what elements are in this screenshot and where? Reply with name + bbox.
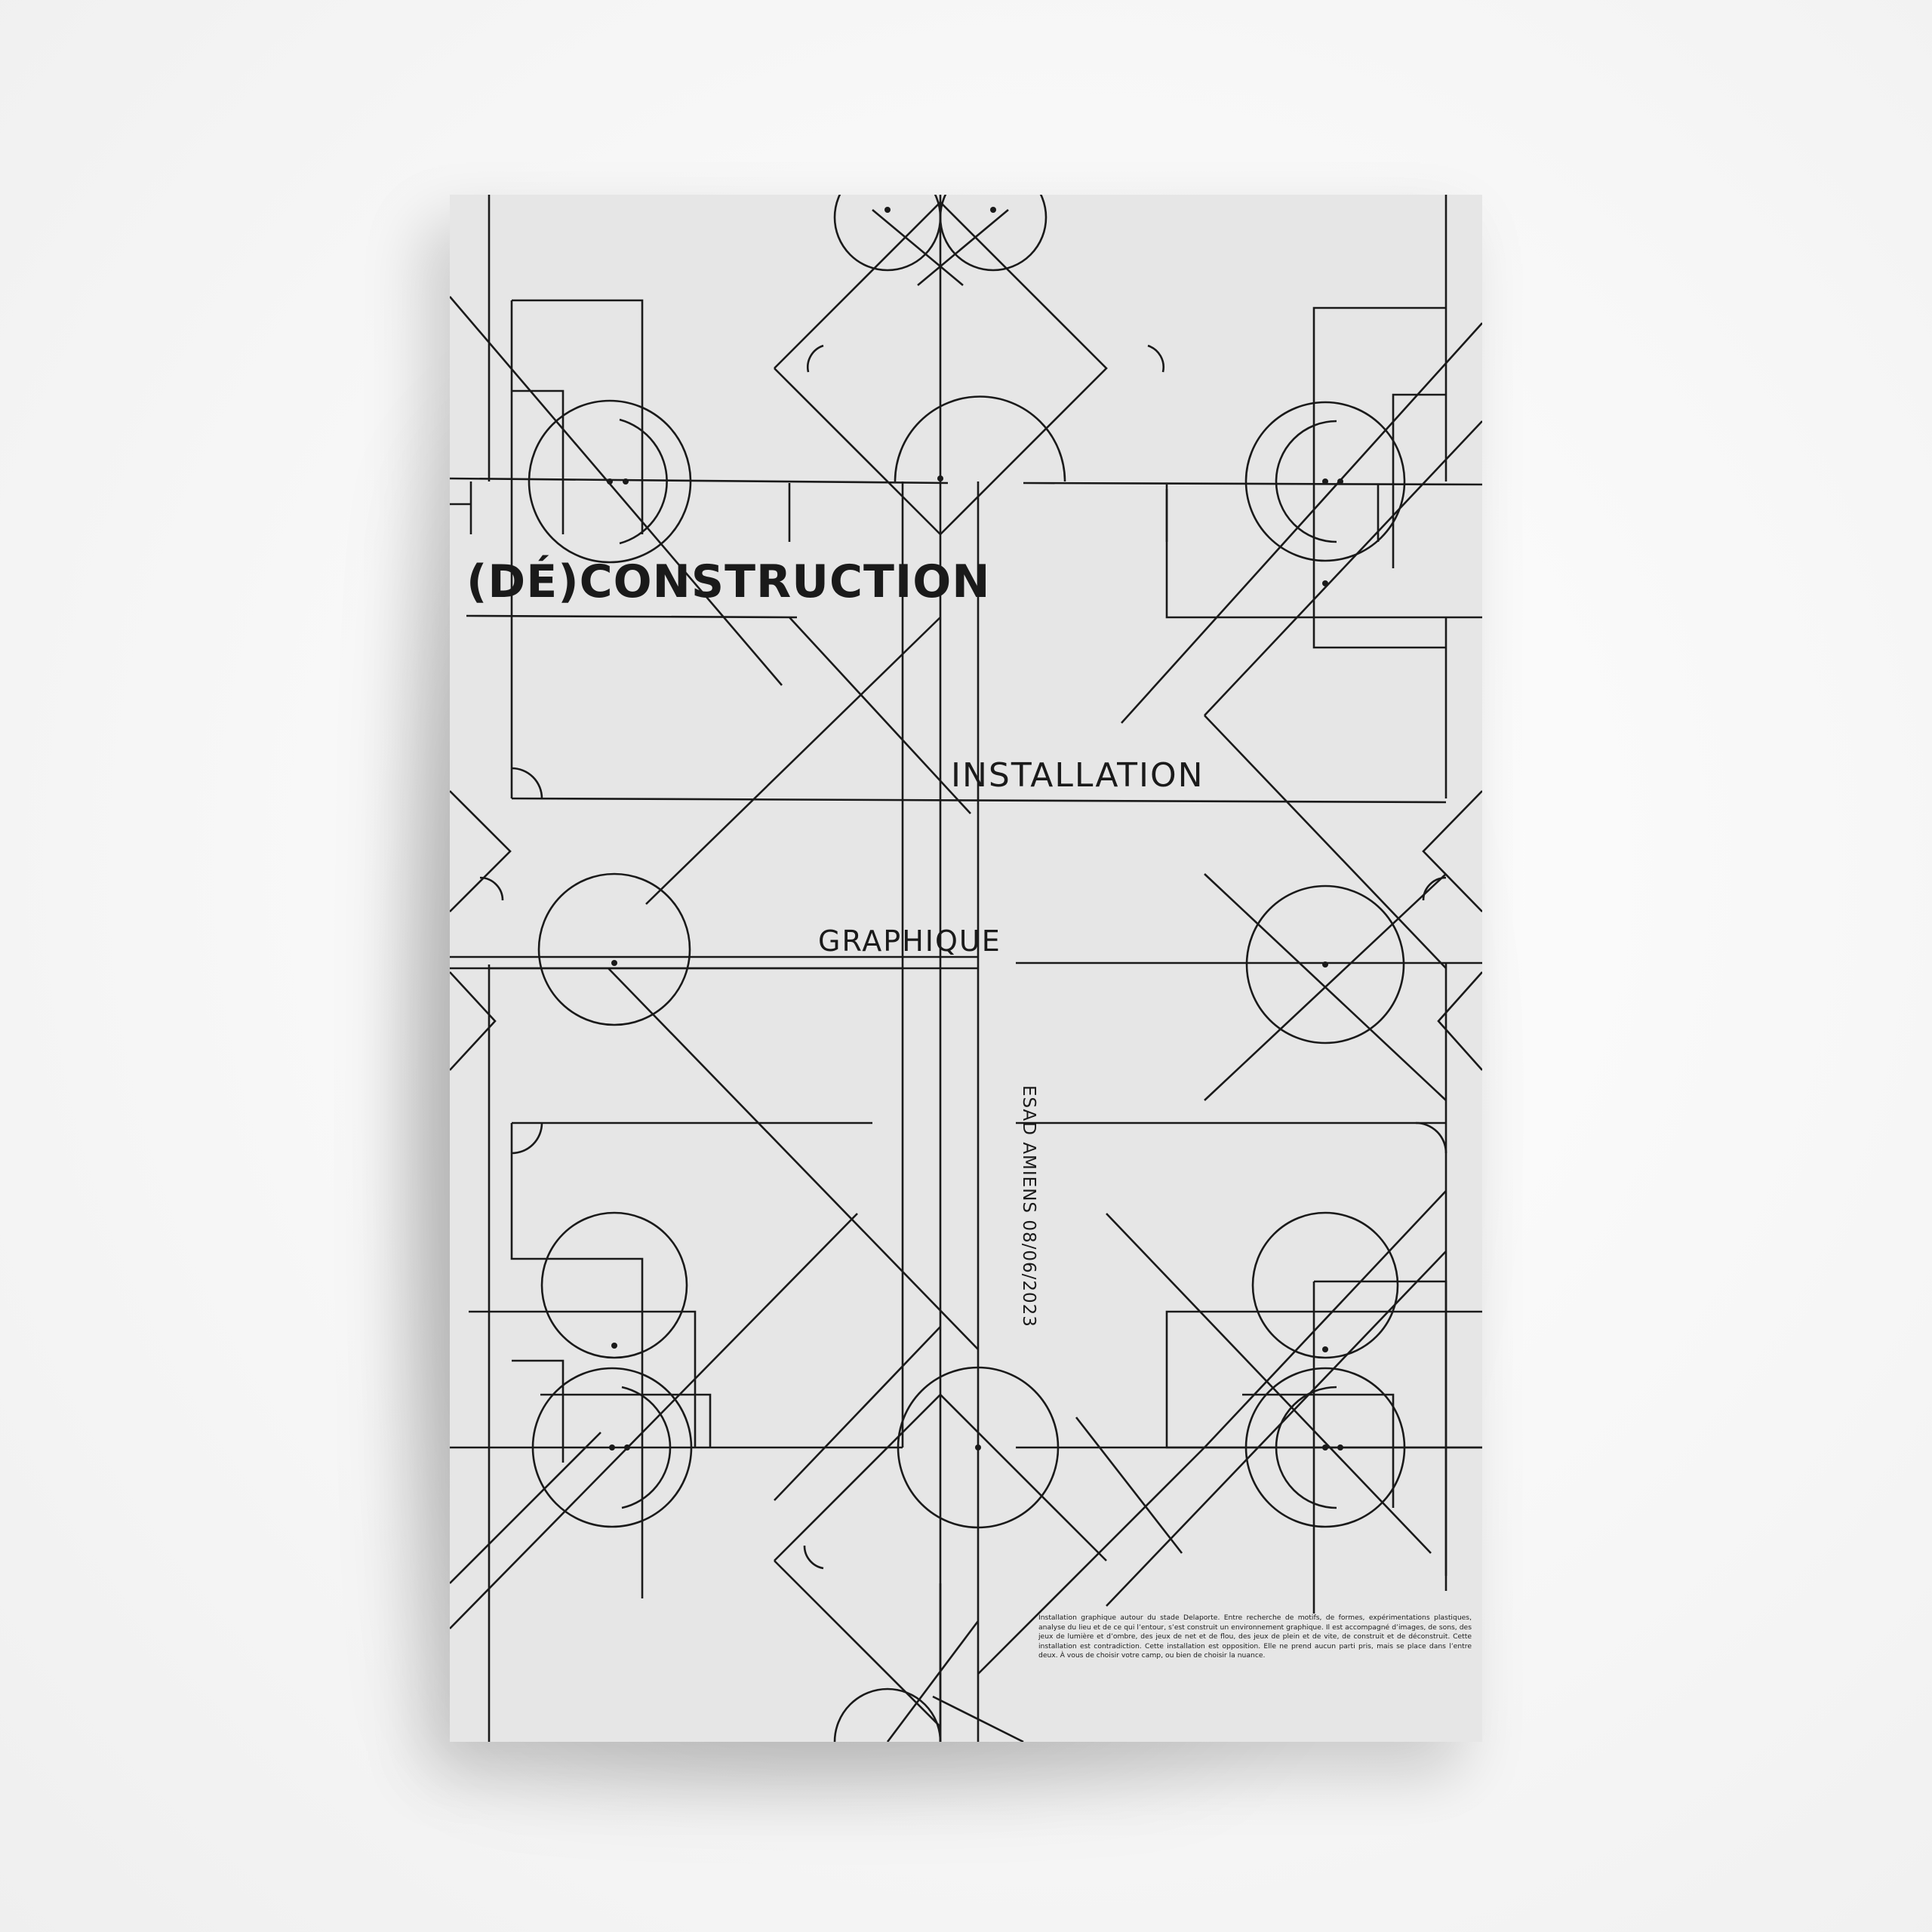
poster: (DÉ)CONSTRUCTION INSTALLATION GRAPHIQUE … <box>450 195 1482 1742</box>
poster-title: (DÉ)CONSTRUCTION <box>466 555 991 608</box>
poster-subtitle-graphique: GRAPHIQUE <box>818 924 1001 958</box>
poster-subtitle-installation: INSTALLATION <box>951 756 1204 795</box>
vertical-credit: ESAD AMIENS 08/06/2023 <box>1019 1085 1038 1327</box>
description-paragraph: Installation graphique autour du stade D… <box>1038 1614 1472 1660</box>
field-line-pattern <box>450 195 1482 1742</box>
